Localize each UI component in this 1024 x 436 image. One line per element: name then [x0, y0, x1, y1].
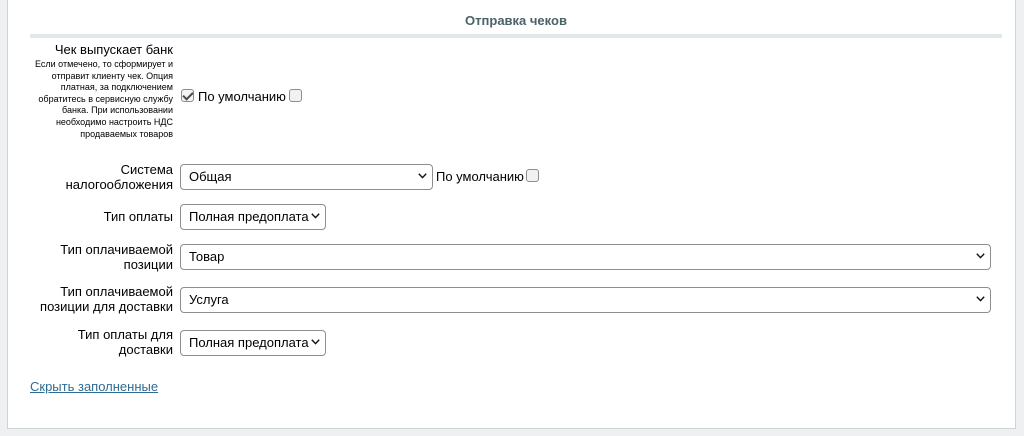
- payment-type-value: Полная предоплата: [189, 209, 309, 224]
- delivery-item-type-label: Тип оплачиваемой позиции для доставки: [40, 284, 173, 314]
- item-type-select[interactable]: Товар: [180, 244, 991, 270]
- delivery-item-type-select[interactable]: Услуга: [180, 287, 991, 313]
- bank-receipt-hint: Если отмечено, то сформирует и отправит …: [35, 59, 173, 139]
- bank-receipt-default-label: По умолчанию: [198, 89, 286, 104]
- delivery-payment-type-value: Полная предоплата: [189, 335, 309, 350]
- chevron-down-icon: [976, 296, 985, 304]
- delivery-item-type-value: Услуга: [189, 292, 229, 307]
- bank-receipt-checkbox[interactable]: [181, 89, 194, 102]
- tax-system-select[interactable]: Общая: [180, 164, 433, 190]
- chevron-down-icon: [976, 253, 985, 261]
- bank-receipt-default-checkbox[interactable]: [289, 89, 302, 102]
- chevron-down-icon: [418, 173, 427, 181]
- tax-system-label: Система налогообложения: [65, 162, 173, 192]
- hide-filled-link[interactable]: Скрыть заполненные: [30, 379, 158, 394]
- chevron-down-icon: [311, 339, 320, 347]
- delivery-payment-type-label: Тип оплаты для доставки: [77, 327, 173, 357]
- chevron-down-icon: [311, 213, 320, 221]
- payment-type-select[interactable]: Полная предоплата: [180, 204, 326, 230]
- bank-receipt-label: Чек выпускает банк: [54, 42, 173, 57]
- settings-panel: Отправка чеков Чек выпускает банк Если о…: [7, 0, 1016, 429]
- item-type-value: Товар: [189, 249, 225, 264]
- section-title: Отправка чеков: [30, 12, 1002, 38]
- delivery-payment-type-select[interactable]: Полная предоплата: [180, 330, 326, 356]
- tax-system-value: Общая: [189, 169, 232, 184]
- tax-system-default-checkbox[interactable]: [526, 169, 539, 182]
- bank-receipt-label-block: Чек выпускает банк Если отмечено, то сфо…: [30, 42, 173, 140]
- tax-system-default-label: По умолчанию: [436, 169, 524, 184]
- item-type-label: Тип оплачиваемой позиции: [60, 242, 173, 272]
- payment-type-label: Тип оплаты: [103, 209, 173, 224]
